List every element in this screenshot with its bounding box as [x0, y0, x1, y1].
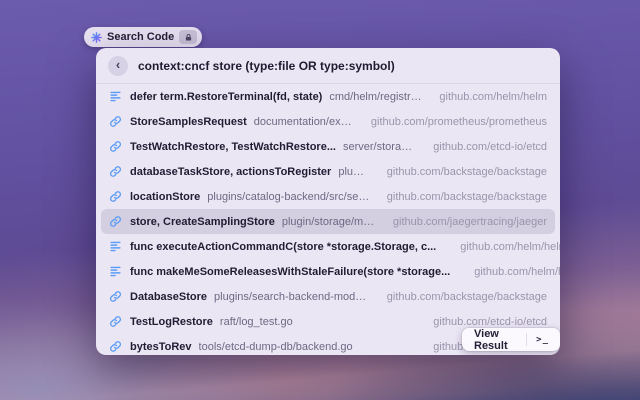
- link-icon: [109, 315, 123, 329]
- result-name: bytesToRev: [130, 340, 192, 353]
- result-row[interactable]: func makeMeSomeReleasesWithStaleFailure(…: [101, 259, 560, 284]
- result-name: func makeMeSomeReleasesWithStaleFailure(…: [130, 265, 451, 278]
- lines-icon: [109, 265, 123, 279]
- result-repo: github.com/helm/helm: [460, 240, 560, 253]
- link-icon: [109, 115, 123, 129]
- result-row[interactable]: store, CreateSamplingStore plugin/storag…: [101, 209, 555, 234]
- link-icon: [109, 290, 123, 304]
- result-repo: github.com/etcd-io/etcd: [433, 140, 547, 153]
- result-repo: github.com/backstage/backstage: [386, 290, 547, 303]
- result-path: plugins/search-backend-module-pg/src/dat…: [214, 290, 370, 303]
- result-path: plugins/catalog-backend/src/service/Cata…: [207, 190, 370, 203]
- lines-icon: [109, 240, 123, 254]
- search-query-input[interactable]: context:cncf store (type:file OR type:sy…: [138, 59, 395, 73]
- link-icon: [109, 165, 123, 179]
- link-icon: [109, 190, 123, 204]
- result-row[interactable]: defer term.RestoreTerminal(fd, state) cm…: [101, 84, 555, 109]
- result-repo: github.com/helm/helm: [439, 90, 547, 103]
- result-name: DatabaseStore: [130, 290, 208, 303]
- result-name: store, CreateSamplingStore: [130, 215, 275, 228]
- search-bar: ‹ context:cncf store (type:file OR type:…: [96, 48, 560, 84]
- result-name: locationStore: [130, 190, 201, 203]
- lock-icon: [185, 33, 191, 40]
- result-path: documentation/examples/remote_storage/re…: [253, 115, 354, 128]
- result-row[interactable]: func executeActionCommandC(store *storag…: [101, 234, 560, 259]
- terminal-actions-button[interactable]: >_: [527, 335, 558, 345]
- result-name: func executeActionCommandC(store *storag…: [130, 240, 437, 253]
- search-panel: ‹ context:cncf store (type:file OR type:…: [96, 48, 560, 355]
- result-path: plugin/storage/memory/factory.go: [281, 215, 376, 228]
- desktop-background: Search Code ‹ context:cncf store (type:f…: [0, 0, 640, 400]
- result-path: cmd/helm/registry_login.go: [329, 90, 423, 103]
- result-repo: github.com/jaegertracing/jaeger: [392, 215, 547, 228]
- link-icon: [109, 140, 123, 154]
- back-button[interactable]: ‹: [108, 55, 128, 76]
- result-repo: github.com/prometheus/prometheus: [370, 115, 547, 128]
- result-path: tools/etcd-dump-db/backend.go: [198, 340, 353, 353]
- result-row[interactable]: locationStore plugins/catalog-backend/sr…: [101, 184, 555, 209]
- result-row[interactable]: databaseTaskStore, actionsToRegister plu…: [101, 159, 555, 184]
- search-code-chip[interactable]: Search Code: [84, 27, 203, 47]
- result-row[interactable]: DatabaseStore plugins/search-backend-mod…: [101, 284, 555, 309]
- floating-action-bar: View Result >_: [462, 328, 560, 352]
- result-name: databaseTaskStore, actionsToRegister: [130, 165, 332, 178]
- results-list: defer term.RestoreTerminal(fd, state) cm…: [96, 84, 560, 355]
- result-repo: github.com/etcd-io/etcd: [433, 315, 547, 328]
- result-name: defer term.RestoreTerminal(fd, state): [130, 90, 323, 103]
- sparkle-icon: [91, 31, 102, 43]
- view-result-button[interactable]: View Result: [464, 328, 526, 352]
- result-path: raft/log_test.go: [219, 315, 293, 328]
- chip-label: Search Code: [107, 31, 175, 43]
- result-name: TestWatchRestore, TestWatchRestore...: [130, 140, 336, 153]
- result-path: plugins/scaffolder-backend/src/...: [338, 165, 369, 178]
- result-path: server/storage/mvcc/watchable_store_t...: [343, 140, 417, 153]
- terminal-icon: >_: [536, 334, 549, 345]
- result-name: TestLogRestore: [130, 315, 213, 328]
- result-repo: github.com/backstage/backstage: [386, 190, 547, 203]
- chevron-left-icon: ‹: [115, 57, 121, 72]
- lines-icon: [109, 90, 123, 104]
- result-row[interactable]: TestWatchRestore, TestWatchRestore... se…: [101, 134, 555, 159]
- result-row[interactable]: StoreSamplesRequest documentation/exampl…: [101, 109, 555, 134]
- link-icon: [109, 340, 123, 354]
- lock-badge: [179, 30, 198, 44]
- result-name: StoreSamplesRequest: [130, 115, 247, 128]
- result-repo: github.com/backstage/backstage: [386, 165, 547, 178]
- result-repo: github.com/helm/helm: [474, 265, 560, 278]
- link-icon: [109, 215, 123, 229]
